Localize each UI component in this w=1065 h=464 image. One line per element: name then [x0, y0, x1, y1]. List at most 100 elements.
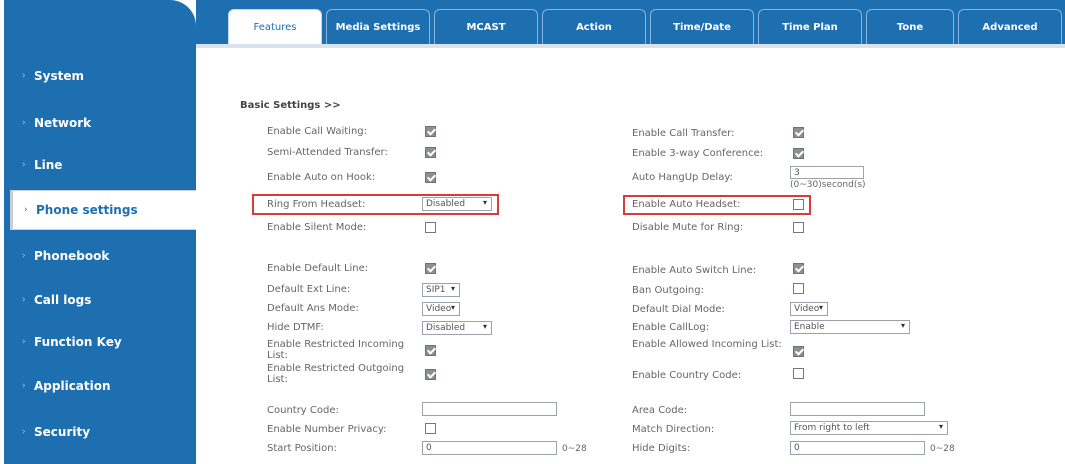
call-transfer-checkbox[interactable]: [793, 127, 804, 138]
sidebar-item-network[interactable]: › Network: [4, 103, 196, 143]
chevron-right-icon: ›: [24, 205, 28, 215]
sidebar-item-label: Application: [34, 379, 111, 393]
sidebar-item-system[interactable]: › System: [4, 56, 196, 96]
allowed-incoming-checkbox[interactable]: [793, 346, 804, 357]
default-dial-mode-label: Default Dial Mode:: [632, 304, 725, 315]
auto-hangup-delay-hint: (0~30)second(s): [790, 180, 866, 190]
sidebar-item-phone-settings[interactable]: › Phone settings: [10, 190, 198, 230]
tab-time-plan[interactable]: Time Plan: [758, 9, 862, 44]
sidebar-item-function-key[interactable]: › Function Key: [4, 322, 196, 362]
silent-mode-checkbox[interactable]: [425, 222, 436, 233]
start-position-input[interactable]: 0: [422, 441, 557, 455]
auto-switch-line-label: Enable Auto Switch Line:: [632, 265, 757, 276]
match-direction-value: From right to left: [794, 423, 870, 433]
sidebar-item-label: Call logs: [34, 293, 92, 307]
area-code-input[interactable]: [790, 402, 925, 416]
number-privacy-label: Enable Number Privacy:: [267, 424, 387, 435]
auto-hangup-delay-input[interactable]: 3: [790, 166, 864, 179]
section-title: Basic Settings >>: [240, 100, 341, 111]
sidebar-item-application[interactable]: › Application: [4, 366, 196, 406]
tab-tone[interactable]: Tone: [866, 9, 954, 44]
hide-digits-label: Hide Digits:: [632, 443, 691, 454]
tab-media-settings[interactable]: Media Settings: [326, 9, 430, 44]
call-transfer-label: Enable Call Transfer:: [632, 128, 735, 139]
default-ext-line-value: SIP1: [426, 285, 446, 295]
chevron-right-icon: ›: [22, 251, 26, 261]
number-privacy-checkbox[interactable]: [425, 423, 436, 434]
start-position-hint: 0~28: [562, 444, 587, 454]
call-log-select[interactable]: Enable ▾: [790, 320, 910, 334]
area-code-label: Area Code:: [632, 405, 688, 416]
sidebar-item-label: System: [34, 69, 84, 83]
sidebar-item-phonebook[interactable]: › Phonebook: [4, 236, 196, 276]
tab-time-date[interactable]: Time/Date: [650, 9, 754, 44]
chevron-right-icon: ›: [22, 71, 26, 81]
auto-headset-checkbox[interactable]: [793, 199, 804, 210]
allowed-incoming-label: Enable Allowed Incoming List:: [632, 339, 782, 350]
default-ext-line-label: Default Ext Line:: [267, 284, 351, 295]
sidebar-item-label: Security: [34, 425, 91, 439]
semi-attended-checkbox[interactable]: [425, 147, 436, 158]
chevron-right-icon: ›: [22, 295, 26, 305]
disable-mute-ring-checkbox[interactable]: [793, 222, 804, 233]
chevron-down-icon: ▾: [938, 422, 943, 431]
match-direction-label: Match Direction:: [632, 424, 715, 435]
match-direction-select[interactable]: From right to left ▾: [790, 421, 948, 435]
tab-features[interactable]: Features: [228, 9, 322, 44]
auto-switch-line-checkbox[interactable]: [793, 263, 804, 274]
restricted-outgoing-checkbox[interactable]: [425, 369, 436, 380]
ban-outgoing-checkbox[interactable]: [793, 283, 804, 294]
chevron-down-icon: ▾: [818, 303, 823, 312]
semi-attended-label: Semi-Attended Transfer:: [267, 147, 388, 158]
country-code-enable-checkbox[interactable]: [793, 368, 804, 379]
chevron-right-icon: ›: [22, 160, 26, 170]
chevron-down-icon: ▾: [482, 198, 487, 207]
hide-dtmf-label: Hide DTMF:: [267, 322, 324, 333]
sidebar-item-label: Network: [34, 116, 92, 130]
country-code-enable-label: Enable Country Code:: [632, 370, 742, 381]
hide-dtmf-select[interactable]: Disabled ▾: [422, 321, 492, 335]
chevron-down-icon: ▾: [482, 322, 487, 331]
ring-from-headset-select[interactable]: Disabled ▾: [422, 197, 492, 211]
call-waiting-label: Enable Call Waiting:: [267, 126, 367, 137]
default-ans-mode-select[interactable]: Video ▾: [422, 302, 460, 316]
chevron-right-icon: ›: [22, 118, 26, 128]
call-log-value: Enable: [794, 322, 825, 332]
auto-on-hook-checkbox[interactable]: [425, 172, 436, 183]
chevron-down-icon: ▾: [900, 321, 905, 330]
restricted-incoming-label: Enable Restricted Incoming List:: [267, 339, 405, 361]
default-line-checkbox[interactable]: [425, 263, 436, 274]
default-ext-line-select[interactable]: SIP1 ▾: [422, 283, 460, 297]
hide-digits-hint: 0~28: [930, 444, 955, 454]
three-way-label: Enable 3-way Conference:: [632, 148, 764, 159]
chevron-down-icon: ▾: [450, 303, 455, 312]
auto-hangup-delay-label: Auto HangUp Delay:: [632, 172, 733, 183]
tab-mcast[interactable]: MCAST: [434, 9, 538, 44]
restricted-incoming-checkbox[interactable]: [425, 345, 436, 356]
sidebar-item-security[interactable]: › Security: [4, 412, 196, 452]
auto-headset-label: Enable Auto Headset:: [632, 199, 741, 210]
chevron-right-icon: ›: [22, 381, 26, 391]
default-dial-mode-value: Video: [794, 304, 820, 314]
call-waiting-checkbox[interactable]: [425, 126, 436, 137]
chevron-right-icon: ›: [22, 337, 26, 347]
ring-from-headset-label: Ring From Headset:: [267, 199, 366, 210]
silent-mode-label: Enable Silent Mode:: [267, 222, 367, 233]
three-way-checkbox[interactable]: [793, 148, 804, 159]
sidebar-item-label: Line: [34, 158, 63, 172]
default-line-label: Enable Default Line:: [267, 263, 369, 274]
tab-action[interactable]: Action: [542, 9, 646, 44]
chevron-down-icon: ▾: [450, 284, 455, 293]
sidebar-item-label: Function Key: [34, 335, 122, 349]
ring-from-headset-value: Disabled: [426, 199, 466, 209]
country-code-input[interactable]: [422, 402, 557, 416]
default-dial-mode-select[interactable]: Video ▾: [790, 302, 828, 316]
restricted-outgoing-label: Enable Restricted Outgoing List:: [267, 363, 405, 385]
tab-advanced[interactable]: Advanced: [958, 9, 1062, 44]
sidebar-item-call-logs[interactable]: › Call logs: [4, 280, 196, 320]
sidebar-item-line[interactable]: › Line: [4, 145, 196, 185]
disable-mute-ring-label: Disable Mute for Ring:: [632, 222, 744, 233]
hide-digits-input[interactable]: 0: [790, 441, 925, 455]
sidebar: › System › Network › Line › Phone settin…: [4, 0, 198, 464]
hide-dtmf-value: Disabled: [426, 323, 466, 333]
